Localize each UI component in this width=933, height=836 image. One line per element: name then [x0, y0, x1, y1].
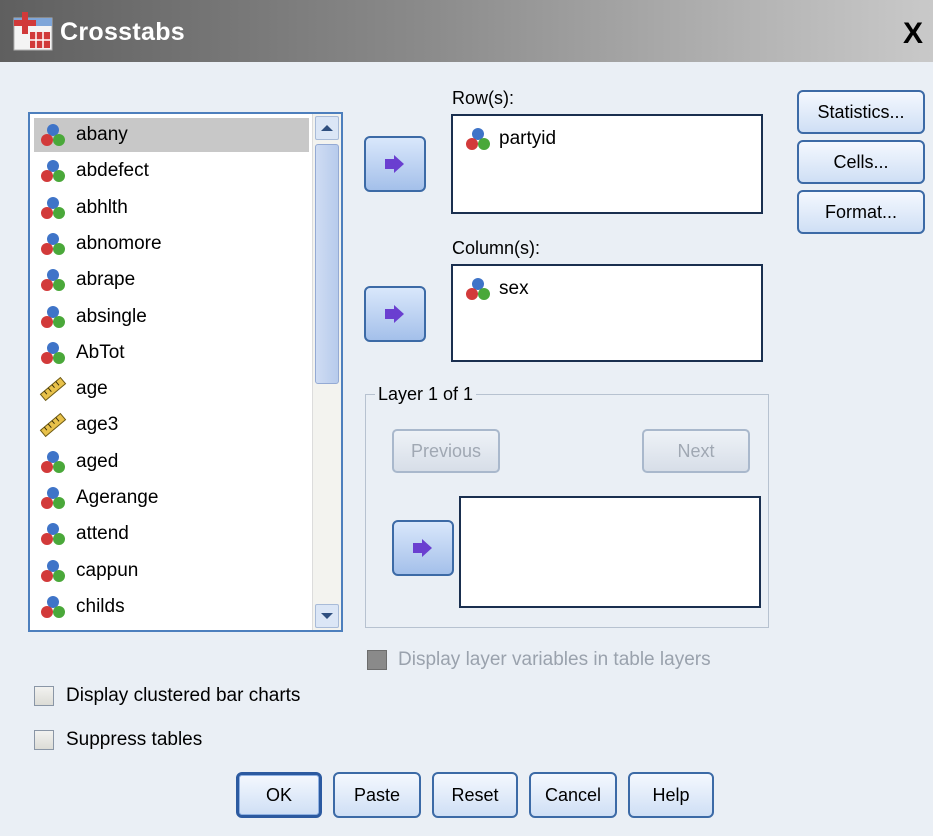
- variable-name: abrape: [76, 269, 136, 291]
- nominal-icon: [41, 487, 65, 509]
- variable-list-item[interactable]: abrape: [34, 263, 309, 297]
- variable-name: Agerange: [76, 487, 159, 508]
- variable-name: abany: [76, 124, 128, 145]
- display-layers-checkbox: [367, 650, 387, 670]
- crosstabs-dialog: Crosstabs X abany abdefect abhlth abnomore a…: [0, 0, 933, 836]
- nominal-icon: [41, 450, 65, 473]
- previous-button[interactable]: Previous: [392, 429, 500, 473]
- variable-list-item[interactable]: abnomore: [34, 227, 309, 261]
- close-button[interactable]: X: [893, 16, 933, 52]
- variable-name: abdefect: [76, 160, 149, 182]
- right-arrow-icon: [413, 539, 432, 557]
- scale-icon: [39, 413, 67, 438]
- rows-item-label: partyid: [499, 128, 557, 149]
- scroll-down-arrow-icon: [321, 613, 333, 619]
- nominal-icon: [41, 160, 65, 183]
- columns-item-label: sex: [499, 278, 529, 299]
- rows-box[interactable]: partyid: [451, 114, 763, 214]
- next-button[interactable]: Next: [642, 429, 750, 473]
- rows-item[interactable]: partyid: [463, 126, 556, 152]
- variable-name: attend: [76, 523, 129, 545]
- nominal-icon: [41, 305, 65, 328]
- window-title: Crosstabs: [60, 18, 185, 46]
- variable-name: age3: [76, 414, 119, 436]
- nominal-icon: [41, 559, 65, 582]
- variable-name: aged: [76, 450, 119, 472]
- nominal-icon: [41, 124, 65, 146]
- variable-list-item[interactable]: cappun: [34, 554, 309, 588]
- right-arrow-icon: [385, 155, 404, 173]
- columns-item[interactable]: sex: [463, 276, 529, 302]
- cancel-button[interactable]: Cancel: [529, 772, 617, 818]
- variable-list-item[interactable]: aged: [34, 445, 309, 479]
- scroll-down-button[interactable]: [315, 604, 339, 628]
- nominal-icon: [41, 269, 65, 292]
- move-to-rows-button[interactable]: [364, 136, 426, 192]
- paste-button[interactable]: Paste: [333, 772, 421, 818]
- nominal-icon: [41, 232, 65, 255]
- title-bar: Crosstabs X: [0, 0, 933, 62]
- source-variable-list[interactable]: abany abdefect abhlth abnomore abrape absingl…: [28, 112, 343, 632]
- variable-list-item[interactable]: age: [34, 372, 309, 406]
- nominal-icon: [41, 523, 65, 546]
- variable-list-scrollbar[interactable]: [312, 114, 341, 630]
- ok-button[interactable]: OK: [236, 772, 322, 818]
- display-layers-label: Display layer variables in table layers: [398, 649, 711, 670]
- variable-name: abnomore: [76, 232, 162, 254]
- move-to-layer-button[interactable]: [392, 520, 454, 576]
- clustered-bar-checkbox[interactable]: [34, 686, 54, 706]
- move-to-columns-button[interactable]: [364, 286, 426, 342]
- rows-label: Row(s):: [452, 88, 514, 108]
- variable-name: childs: [76, 595, 125, 617]
- layer-label: Layer 1 of 1: [375, 384, 477, 405]
- variable-list-item[interactable]: absingle: [34, 300, 309, 334]
- nominal-icon: [466, 278, 490, 300]
- variable-list-item[interactable]: AbTot: [34, 336, 309, 370]
- layer-box[interactable]: [459, 496, 761, 608]
- scale-icon: [39, 376, 67, 402]
- variable-name: age: [76, 378, 108, 400]
- scroll-up-button[interactable]: [315, 116, 339, 140]
- nominal-icon: [41, 595, 65, 618]
- help-button[interactable]: Help: [628, 772, 714, 818]
- columns-box[interactable]: sex: [451, 264, 763, 362]
- nominal-icon: [41, 196, 65, 219]
- right-arrow-icon: [385, 305, 404, 323]
- reset-button[interactable]: Reset: [432, 772, 518, 818]
- variable-name: abhlth: [76, 196, 128, 218]
- variable-list-item[interactable]: attend: [34, 517, 309, 551]
- columns-label: Column(s):: [452, 238, 541, 258]
- variable-list-item[interactable]: age3: [34, 408, 309, 442]
- scroll-thumb[interactable]: [315, 144, 339, 384]
- format-button[interactable]: Format...: [797, 190, 925, 234]
- crosstabs-app-icon: [13, 12, 53, 51]
- variable-list-item[interactable]: abdefect: [34, 154, 309, 188]
- clustered-bar-label: Display clustered bar charts: [66, 685, 301, 706]
- suppress-tables-label: Suppress tables: [66, 729, 203, 750]
- variable-name: AbTot: [76, 341, 125, 363]
- scroll-up-arrow-icon: [321, 125, 333, 131]
- variable-list-item[interactable]: abany: [34, 118, 309, 152]
- nominal-icon: [466, 128, 490, 150]
- statistics-button[interactable]: Statistics...: [797, 90, 925, 134]
- cells-button[interactable]: Cells...: [797, 140, 925, 184]
- variable-list-item[interactable]: childs: [34, 590, 309, 624]
- suppress-tables-checkbox[interactable]: [34, 730, 54, 750]
- nominal-icon: [41, 341, 65, 364]
- variable-list-item[interactable]: Agerange: [34, 481, 309, 515]
- variable-list-item[interactable]: abhlth: [34, 191, 309, 225]
- variable-name: cappun: [76, 559, 139, 581]
- variable-name: absingle: [76, 305, 147, 327]
